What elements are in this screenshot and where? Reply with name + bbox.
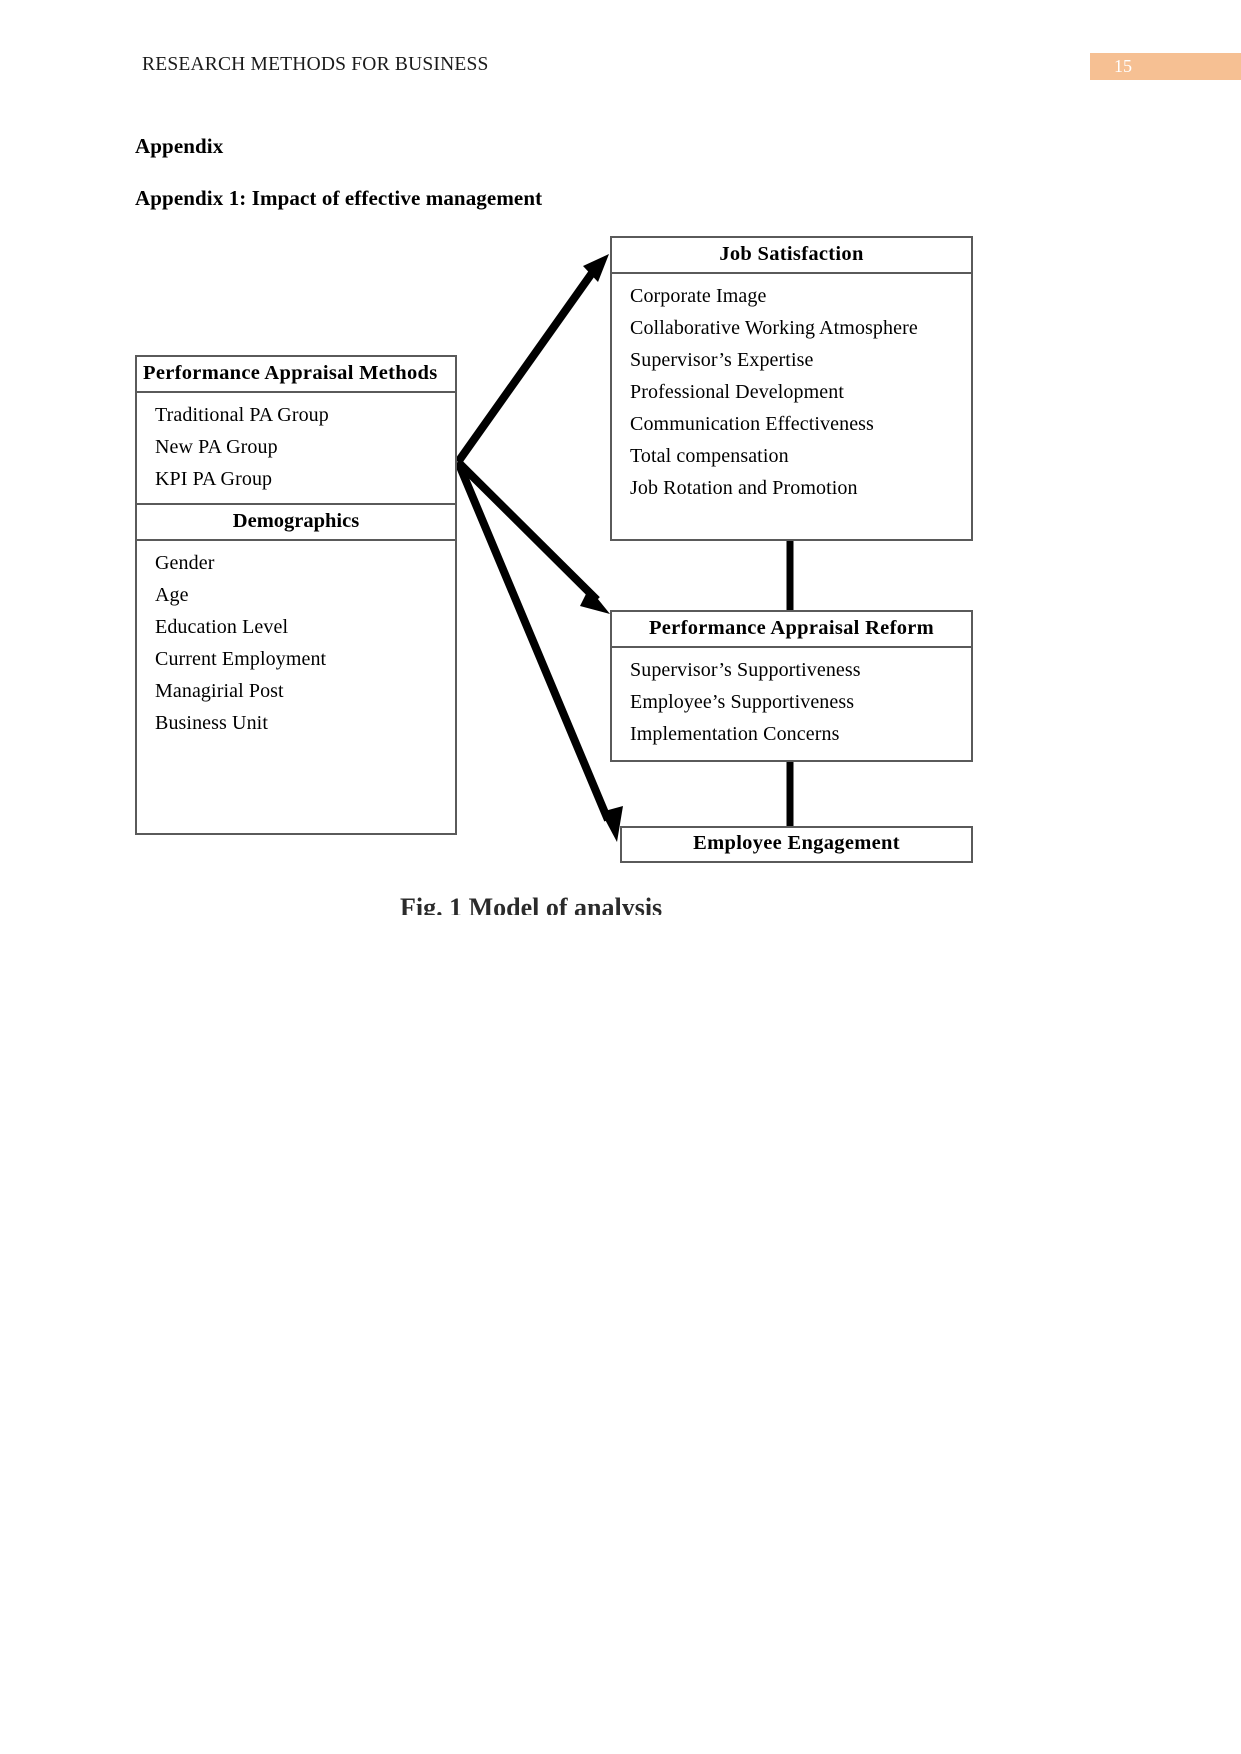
- demographics-list: Gender Age Education Level Current Emplo…: [137, 541, 455, 747]
- arrow-to-pa-reform: [455, 459, 610, 614]
- arrow-to-job-satisfaction: [454, 254, 609, 465]
- list-item: Gender: [155, 552, 215, 574]
- list-item: Managirial Post: [155, 680, 284, 702]
- demographics-header: Demographics: [137, 503, 455, 541]
- list-item: Traditional PA Group: [155, 404, 329, 426]
- list-item: Supervisor’s Supportiveness: [630, 659, 861, 681]
- list-item: Employee’s Supportiveness: [630, 691, 855, 713]
- employee-engagement-header: Employee Engagement: [693, 832, 900, 854]
- list-item: Professional Development: [630, 381, 845, 403]
- pa-methods-list: Traditional PA Group New PA Group KPI PA…: [137, 393, 455, 503]
- performance-appraisal-reform-box: Performance Appraisal Reform Supervisor’…: [610, 610, 973, 762]
- list-item: Communication Effectiveness: [630, 413, 874, 435]
- list-item: Supervisor’s Expertise: [630, 349, 814, 371]
- pa-methods-header: Performance Appraisal Methods: [137, 357, 455, 393]
- pa-reform-list: Supervisor’s Supportiveness Employee’s S…: [612, 648, 971, 758]
- list-item: KPI PA Group: [155, 468, 273, 490]
- figure-caption: Fig. 1 Model of analysis: [400, 893, 663, 915]
- list-item: Implementation Concerns: [630, 723, 840, 745]
- job-satisfaction-list: Corporate Image Collaborative Working At…: [612, 274, 971, 512]
- job-satisfaction-header: Job Satisfaction: [612, 238, 971, 274]
- list-item: Current Employment: [155, 648, 327, 670]
- list-item: Collaborative Working Atmosphere: [630, 317, 918, 339]
- performance-appraisal-methods-box: Performance Appraisal Methods Traditiona…: [135, 355, 457, 835]
- list-item: Business Unit: [155, 712, 268, 734]
- list-item: New PA Group: [155, 436, 278, 458]
- list-item: Corporate Image: [630, 285, 767, 307]
- arrow-to-employee-engagement: [454, 460, 623, 842]
- list-item: Job Rotation and Promotion: [630, 477, 858, 499]
- list-item: Total compensation: [630, 445, 789, 467]
- list-item: Education Level: [155, 616, 289, 638]
- conceptual-model-diagram: Performance Appraisal Methods Traditiona…: [0, 0, 1241, 960]
- job-satisfaction-box: Job Satisfaction Corporate Image Collabo…: [610, 236, 973, 541]
- list-item: Age: [155, 584, 189, 606]
- employee-engagement-box: Employee Engagement: [620, 826, 973, 863]
- pa-reform-header: Performance Appraisal Reform: [612, 612, 971, 648]
